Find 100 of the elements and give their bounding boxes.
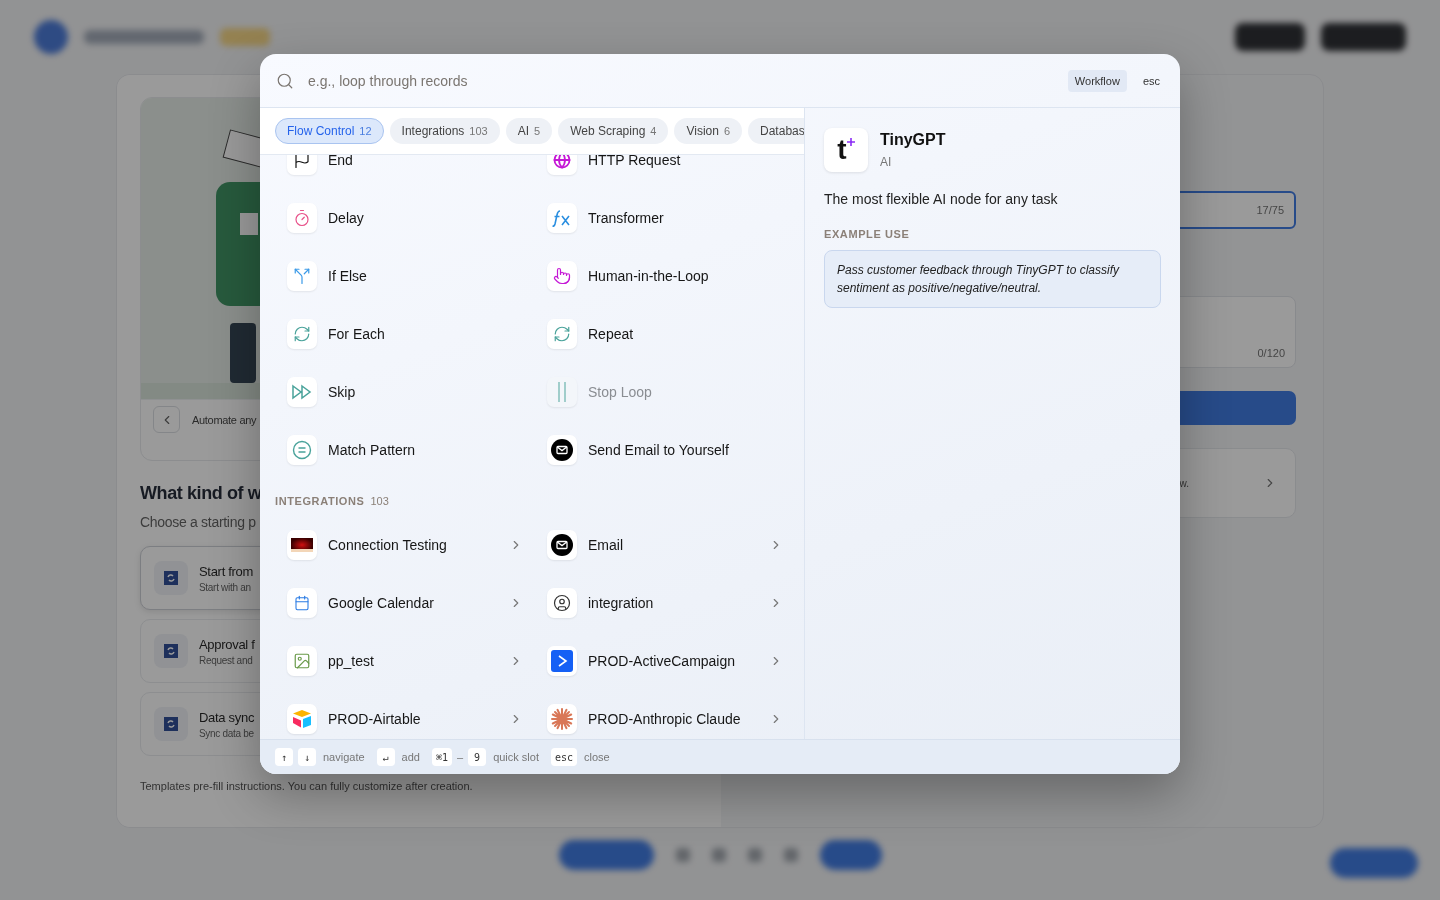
key-cap: ↑	[275, 748, 293, 766]
node-item[interactable]: End	[275, 155, 535, 189]
integration-label: Google Calendar	[328, 595, 434, 611]
node-item[interactable]: HTTP Request	[535, 155, 795, 189]
integration-item[interactable]: PROD-Anthropic Claude	[535, 690, 795, 739]
section-subtitle: Choose a starting p	[140, 514, 256, 530]
toolbar-button[interactable]	[819, 840, 882, 870]
category-tab[interactable]: Integrations 103	[389, 118, 500, 144]
templates-note: Templates pre-fill instructions. You can fully customize after creation.	[140, 780, 474, 792]
hint-label: close	[584, 751, 610, 763]
toolbar-icon[interactable]	[783, 848, 798, 862]
category-tab[interactable]: Databas	[748, 118, 804, 144]
integration-item[interactable]: Google Calendar	[275, 574, 535, 632]
category-tab[interactable]: AI 5	[505, 118, 553, 144]
option-title: Start from	[199, 563, 254, 579]
section-title: INTEGRATIONS	[275, 495, 365, 507]
integration-label: Connection Testing	[328, 537, 447, 553]
node-label: For Each	[328, 326, 385, 342]
integration-item[interactable]: integration	[535, 574, 795, 632]
pause-icon	[557, 381, 567, 403]
logo-letter: t	[837, 136, 847, 164]
node-label: Skip	[328, 384, 356, 400]
integration-item[interactable]: Email	[535, 516, 795, 574]
integration-label: PROD-Airtable	[328, 711, 421, 727]
tab-count: 4	[650, 125, 657, 137]
hint-label: navigate	[323, 751, 365, 763]
info-text: w.	[1179, 477, 1189, 489]
blurred-badge	[220, 28, 270, 46]
node-label: End	[328, 155, 353, 168]
back-button[interactable]	[153, 406, 180, 433]
floating-button[interactable]	[1330, 848, 1418, 878]
toolbar-icon[interactable]	[747, 848, 762, 862]
header-button[interactable]	[1235, 23, 1305, 51]
option-subtitle: Start with an	[199, 581, 252, 593]
option-subtitle: Request and	[199, 654, 254, 666]
node-category: AI	[880, 155, 893, 169]
node-label: Human-in-the-Loop	[588, 268, 709, 284]
broken-image-icon	[293, 652, 311, 670]
node-label: Match Pattern	[328, 442, 416, 458]
node-item[interactable]: Repeat	[535, 305, 795, 363]
app-logo	[34, 20, 68, 54]
character-counter: 0/120	[1257, 347, 1285, 359]
integration-label: pp_test	[328, 653, 374, 669]
integration-label: Email	[588, 537, 623, 553]
node-label: HTTP Request	[588, 155, 681, 168]
option-title: Data sync	[199, 709, 255, 725]
integration-item[interactable]: PROD-Airtable	[275, 690, 535, 739]
toolbar-icon[interactable]	[675, 848, 690, 862]
header-button[interactable]	[1321, 23, 1406, 51]
node-title: TinyGPT	[880, 131, 946, 149]
integration-item[interactable]: pp_test	[275, 632, 535, 690]
category-tab[interactable]: Web Scraping 4	[558, 118, 669, 144]
node-label: If Else	[328, 268, 367, 284]
category-tab[interactable]: Vision 6	[674, 118, 743, 144]
tab-count: 5	[534, 125, 541, 137]
key-cap: esc	[551, 748, 578, 766]
key-cap: ↓	[298, 748, 316, 766]
split-arrow-icon	[293, 267, 311, 285]
node-item[interactable]: Delay	[275, 189, 535, 247]
hand-pointer-icon	[553, 267, 571, 285]
scope-chip[interactable]: Workflow	[1067, 69, 1127, 92]
key-separator: –	[457, 751, 464, 763]
node-item[interactable]: Send Email to Yourself	[535, 421, 795, 479]
node-item[interactable]: Human-in-the-Loop	[535, 247, 795, 305]
loop-arrows-icon	[293, 325, 311, 343]
node-item[interactable]: Skip	[275, 363, 535, 421]
flag-icon	[293, 155, 311, 169]
tab-count: 6	[723, 125, 731, 137]
stopwatch-icon	[293, 209, 311, 227]
node-label: Repeat	[588, 326, 634, 342]
integration-label: integration	[588, 595, 654, 611]
gradient-tile-icon	[291, 538, 313, 552]
character-counter: 17/75	[1256, 204, 1284, 216]
example-text: Pass customer feedback through TinyGPT to classify sentiment as positive/negative/neutral.	[824, 250, 1161, 308]
integration-item[interactable]: PROD-ActiveCampaign	[535, 632, 795, 690]
template-icon	[154, 707, 188, 741]
node-item[interactable]: If Else	[275, 247, 535, 305]
integration-label: PROD-ActiveCampaign	[588, 653, 736, 669]
node-item[interactable]: Match Pattern	[275, 421, 535, 479]
hint-label: quick slot	[493, 751, 539, 763]
search-field[interactable]: e.g., loop through records	[306, 71, 1056, 90]
node-label: Transformer	[588, 210, 664, 226]
example-heading: EXAMPLE USE	[824, 228, 911, 240]
fast-forward-icon	[291, 384, 313, 400]
key-cap: ↵	[376, 748, 395, 766]
integration-label: PROD-Anthropic Claude	[588, 711, 741, 727]
tab-count: 12	[359, 125, 372, 137]
integration-item[interactable]: Connection Testing	[275, 516, 535, 574]
tab-count: 103	[469, 125, 488, 137]
esc-hint: esc	[1141, 74, 1161, 87]
node-item[interactable]: For Each	[275, 305, 535, 363]
template-icon	[154, 634, 188, 668]
toolbar-button[interactable]	[558, 840, 654, 870]
section-count: 103	[370, 495, 389, 507]
option-title: Approval f	[199, 636, 255, 652]
category-tab[interactable]: Flow Control 12	[275, 118, 384, 144]
sparkle-icon	[846, 138, 855, 146]
toolbar-icon[interactable]	[711, 848, 726, 862]
node-item[interactable]: Transformer	[535, 189, 795, 247]
calendar-icon	[294, 595, 310, 611]
